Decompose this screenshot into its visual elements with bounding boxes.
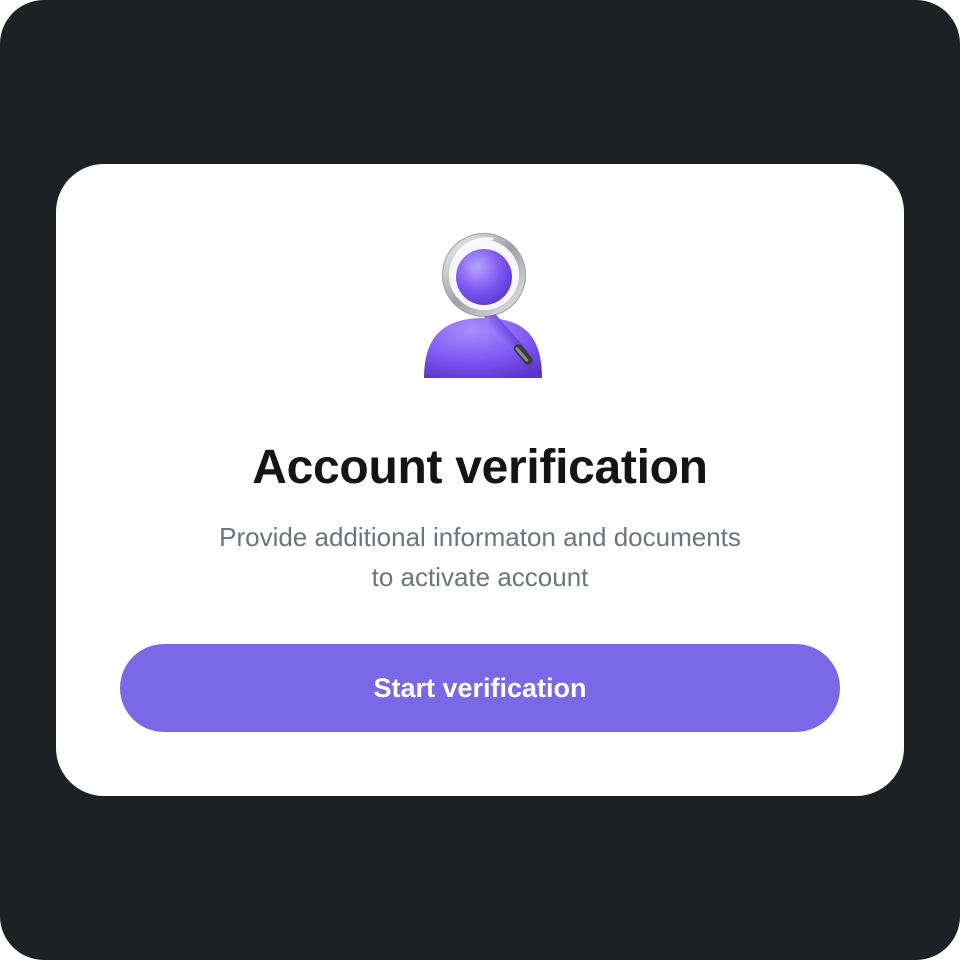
- start-verification-button[interactable]: Start verification: [120, 644, 840, 732]
- description-line: Provide additional informaton and docume…: [219, 522, 741, 552]
- user-search-icon: [424, 232, 542, 378]
- screen-background: Account verification Provide additional …: [0, 0, 960, 960]
- page-title: Account verification: [252, 441, 708, 494]
- verification-card: Account verification Provide additional …: [56, 164, 904, 796]
- description-text: Provide additional informaton and docume…: [56, 517, 904, 597]
- description-line: to activate account: [371, 562, 589, 592]
